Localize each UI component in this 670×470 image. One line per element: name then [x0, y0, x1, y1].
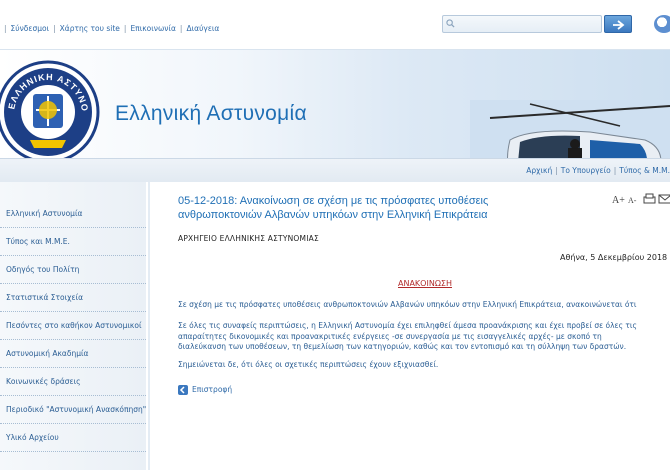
top-links: | Σύνδεσμοι | Χάρτης του site | Επικοινωνία | Δ… [0, 24, 219, 33]
top-link-contact[interactable]: Επικοινωνία [130, 24, 175, 33]
sidebar-item-social-actions[interactable]: Κοινωνικές δράσεις [0, 368, 146, 396]
paragraph-line: διαλεύκανση των υποθέσεων, τη θεμελίωση … [178, 342, 627, 351]
back-link-label: Επιστροφή [192, 385, 233, 394]
arrow-right-icon [613, 20, 625, 30]
font-increase-icon[interactable]: A+ [612, 195, 625, 206]
paragraph: Σε σχέση με τις πρόσφατες υποθέσεις ανθρ… [178, 300, 637, 309]
svg-text:A+: A+ [612, 195, 625, 206]
separator: | [123, 24, 127, 33]
article-title: 05-12-2018: Ανακοίνωση σε σχέση με τις π… [178, 194, 648, 222]
top-link-links[interactable]: Σύνδεσμοι [11, 24, 50, 33]
article-date: Αθήνα, 5 Δεκεμβρίου 2018 [560, 253, 668, 262]
separator: | [613, 166, 617, 175]
article-tools: A+ A- [612, 193, 670, 206]
email-icon[interactable] [658, 194, 670, 204]
sidebar-item-statistics[interactable]: Στατιστικά Στοιχεία [0, 284, 146, 312]
sidebar: Ελληνική Αστυνομία Τύπος και Μ.Μ.Ε. Οδηγ… [0, 182, 146, 470]
sidebar-item-academy[interactable]: Αστυνομική Ακαδημία [0, 340, 146, 368]
sidebar-item-hellenic-police[interactable]: Ελληνική Αστυνομία [0, 200, 146, 228]
sidebar-item-archive[interactable]: Υλικό Αρχείου [0, 424, 146, 452]
breadcrumb: Αρχική | Το Υπουργείο | Τύπος & Μ.Μ. [526, 166, 670, 175]
top-link-diavgeia[interactable]: Διαύγεια [186, 24, 219, 33]
separator: | [555, 166, 558, 175]
font-decrease-icon[interactable]: A- [628, 196, 637, 205]
sidebar-item-magazine[interactable]: Περιοδικό "Αστυνομική Ανασκόπηση" [0, 396, 146, 424]
top-link-sitemap[interactable]: Χάρτης του site [60, 24, 120, 33]
article: 05-12-2018: Ανακοίνωση σε σχέση με τις π… [150, 182, 670, 470]
sidebar-item-press[interactable]: Τύπος και Μ.Μ.Ε. [0, 228, 146, 256]
separator: | [4, 24, 7, 33]
breadcrumb-ministry[interactable]: Το Υπουργείο [561, 166, 611, 175]
paragraph: Σημειώνεται δε, ότι όλες οι σχετικές περ… [178, 360, 439, 369]
separator: | [179, 24, 183, 33]
paragraph-line: απαραίτητες δικονομικές και προανακριτικ… [178, 331, 602, 341]
sidebar-item-citizen-guide[interactable]: Οδηγός του Πολίτη [0, 256, 146, 284]
search-button[interactable] [604, 15, 632, 33]
search-input[interactable] [442, 15, 602, 33]
back-arrow-icon [178, 385, 188, 395]
police-emblem-logo[interactable]: ΕΛΛΗΝΙΚΗ ΑΣΤΥΝΟΜΙΑ [0, 60, 106, 164]
announcement-heading: ΑΝΑΚΟΙΝΩΣΗ [398, 279, 452, 288]
print-icon[interactable] [643, 193, 656, 204]
paragraph-line: Σε όλες τις συναφείς περιπτώσεις, η Ελλη… [178, 321, 637, 330]
top-bar: | Σύνδεσμοι | Χάρτης του site | Επικοινωνία | Δ… [0, 0, 670, 50]
separator: | [53, 24, 56, 33]
greek-flag-icon[interactable] [654, 15, 670, 33]
breadcrumb-home[interactable]: Αρχική [526, 166, 552, 175]
breadcrumb-press[interactable]: Τύπος & Μ.Μ. [619, 166, 670, 175]
issuer: ΑΡΧΗΓΕΙΟ ΕΛΛΗΝΙΚΗΣ ΑΣΤΥΝΟΜΙΑΣ [178, 234, 319, 243]
article-title-line: ανθρωποκτονιών Αλβανών υπηκόων στην Ελλη… [178, 209, 488, 221]
helicopter-image [470, 100, 670, 158]
article-title-line: 05-12-2018: Ανακοίνωση σε σχέση με τις π… [178, 195, 489, 207]
site-title[interactable]: Ελληνική Αστυνομία [115, 102, 307, 126]
sidebar-item-fallen-officers[interactable]: Πεσόντες στο καθήκον Αστυνομικοί [0, 312, 146, 340]
search-icon [446, 19, 455, 28]
svg-text:A-: A- [628, 196, 637, 205]
